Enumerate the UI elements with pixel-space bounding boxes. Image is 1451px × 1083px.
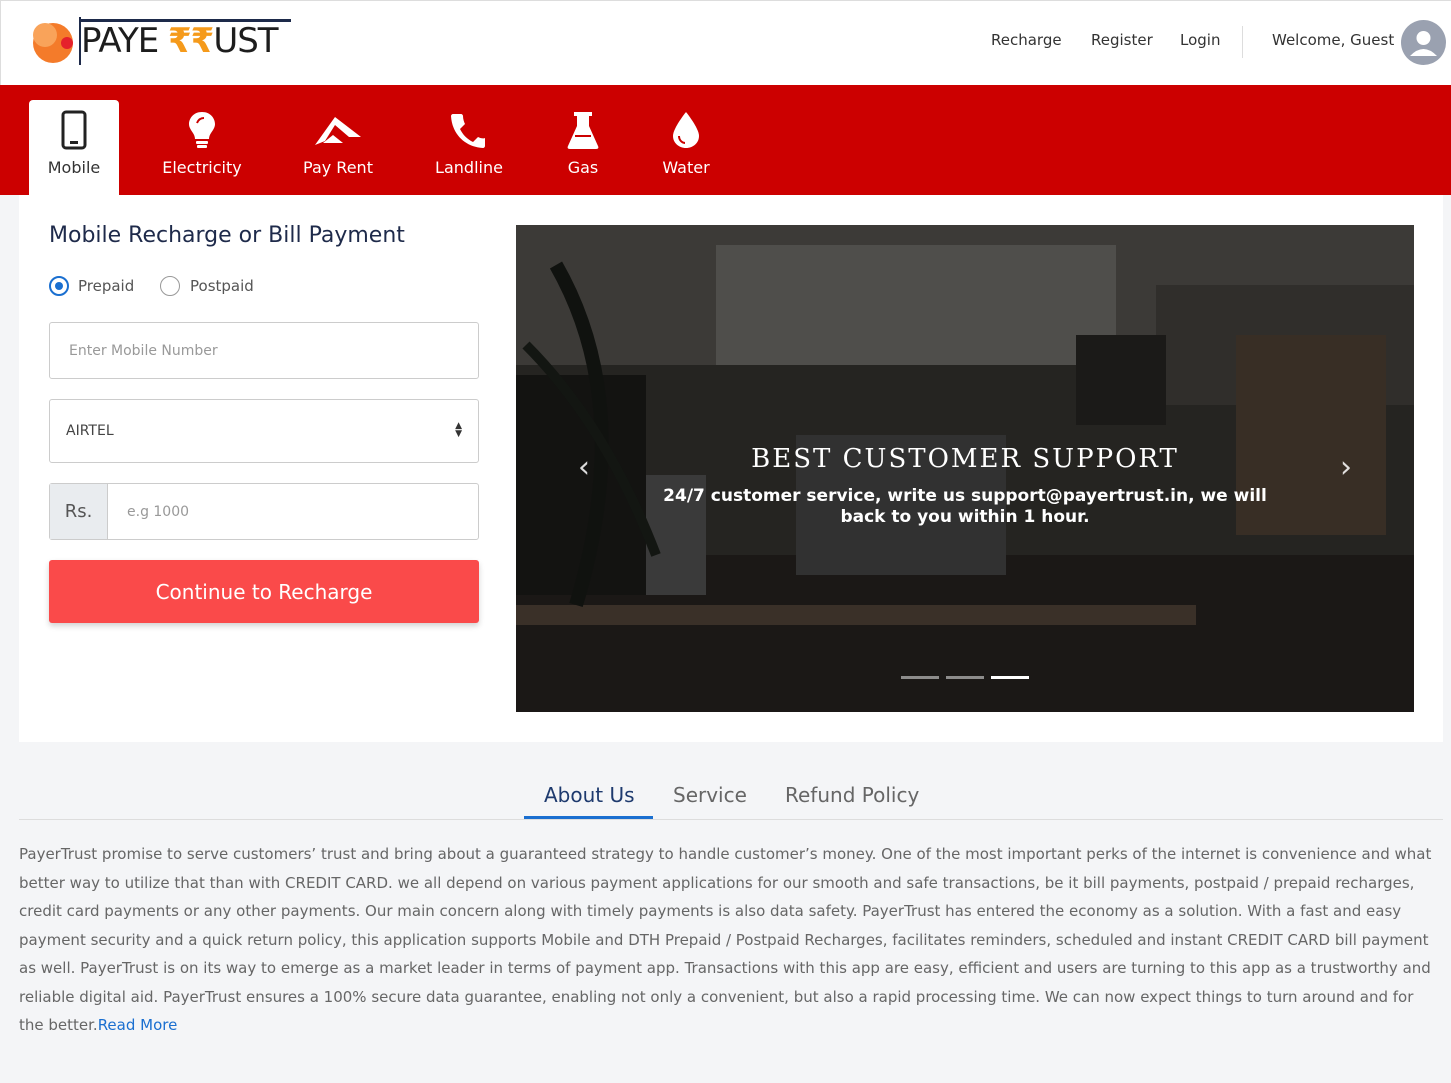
read-more-link[interactable]: Read More bbox=[98, 1016, 178, 1034]
postpaid-radio[interactable] bbox=[160, 276, 180, 296]
postpaid-label[interactable]: Postpaid bbox=[190, 277, 254, 295]
flask-icon bbox=[555, 108, 611, 152]
amount-field: Rs. bbox=[49, 483, 479, 540]
rent-icon bbox=[293, 108, 383, 152]
nav-recharge-link[interactable]: Recharge bbox=[991, 31, 1062, 49]
operator-select[interactable]: AIRTEL ▲ ▼ bbox=[49, 399, 479, 463]
brand-logo[interactable]: PAYE ₹₹UST bbox=[31, 15, 291, 69]
tab-service[interactable]: Service bbox=[673, 783, 747, 807]
logo-wordmark: PAYE ₹₹UST bbox=[81, 21, 279, 61]
category-water[interactable]: Water bbox=[653, 100, 719, 195]
logo-mark-icon bbox=[33, 23, 73, 63]
carousel-indicator-3[interactable] bbox=[991, 676, 1029, 679]
category-label: Water bbox=[662, 158, 710, 177]
mobile-number-field bbox=[49, 322, 479, 379]
prepaid-label[interactable]: Prepaid bbox=[78, 277, 134, 295]
nav-divider bbox=[1242, 26, 1243, 58]
amount-input[interactable] bbox=[108, 484, 478, 539]
category-electricity[interactable]: Electricity bbox=[155, 100, 249, 195]
carousel-indicator-2[interactable] bbox=[946, 676, 984, 679]
promo-carousel: ‹ › BEST CUSTOMER SUPPORT 24/7 customer … bbox=[516, 225, 1414, 712]
about-us-text: PayerTrust promise to serve customers’ t… bbox=[19, 840, 1439, 1040]
phone-icon bbox=[425, 108, 513, 152]
carousel-indicator-1[interactable] bbox=[901, 676, 939, 679]
form-title: Mobile Recharge or Bill Payment bbox=[49, 223, 405, 248]
select-arrows-icon: ▲ ▼ bbox=[455, 421, 462, 439]
welcome-text: Welcome, Guest bbox=[1272, 31, 1395, 49]
category-label: Gas bbox=[567, 158, 599, 177]
category-label: Mobile bbox=[47, 158, 101, 177]
currency-prefix: Rs. bbox=[50, 484, 108, 539]
about-paragraph: PayerTrust promise to serve customers’ t… bbox=[19, 845, 1432, 1034]
category-gas[interactable]: Gas bbox=[555, 100, 611, 195]
category-label: Landline bbox=[435, 158, 503, 177]
category-label: Pay Rent bbox=[303, 158, 373, 177]
category-pay-rent[interactable]: Pay Rent bbox=[293, 100, 383, 195]
continue-recharge-button[interactable]: Continue to Recharge bbox=[49, 560, 479, 623]
mobile-number-input[interactable] bbox=[50, 323, 478, 378]
slide-title: BEST CUSTOMER SUPPORT bbox=[751, 444, 1179, 474]
slide-text: 24/7 customer service, write us support@… bbox=[663, 486, 1267, 527]
tab-about-us[interactable]: About Us bbox=[544, 783, 635, 807]
user-avatar-icon[interactable] bbox=[1401, 20, 1446, 65]
nav-login-link[interactable]: Login bbox=[1180, 31, 1220, 49]
drop-icon bbox=[653, 108, 719, 152]
category-bar: Mobile Electricity Pay Rent Landline Gas… bbox=[0, 85, 1451, 195]
site-header: PAYE ₹₹UST Recharge Register Login Welco… bbox=[0, 0, 1451, 85]
active-tab-indicator bbox=[524, 816, 653, 819]
operator-value: AIRTEL bbox=[66, 423, 114, 439]
lightbulb-icon bbox=[155, 108, 249, 152]
mobile-icon bbox=[29, 108, 119, 152]
category-label: Electricity bbox=[162, 158, 242, 177]
category-landline[interactable]: Landline bbox=[425, 100, 513, 195]
prepaid-radio[interactable] bbox=[49, 276, 69, 296]
tab-refund-policy[interactable]: Refund Policy bbox=[785, 783, 919, 807]
tabs-divider bbox=[19, 819, 1443, 820]
category-mobile[interactable]: Mobile bbox=[29, 100, 119, 195]
nav-register-link[interactable]: Register bbox=[1091, 31, 1153, 49]
